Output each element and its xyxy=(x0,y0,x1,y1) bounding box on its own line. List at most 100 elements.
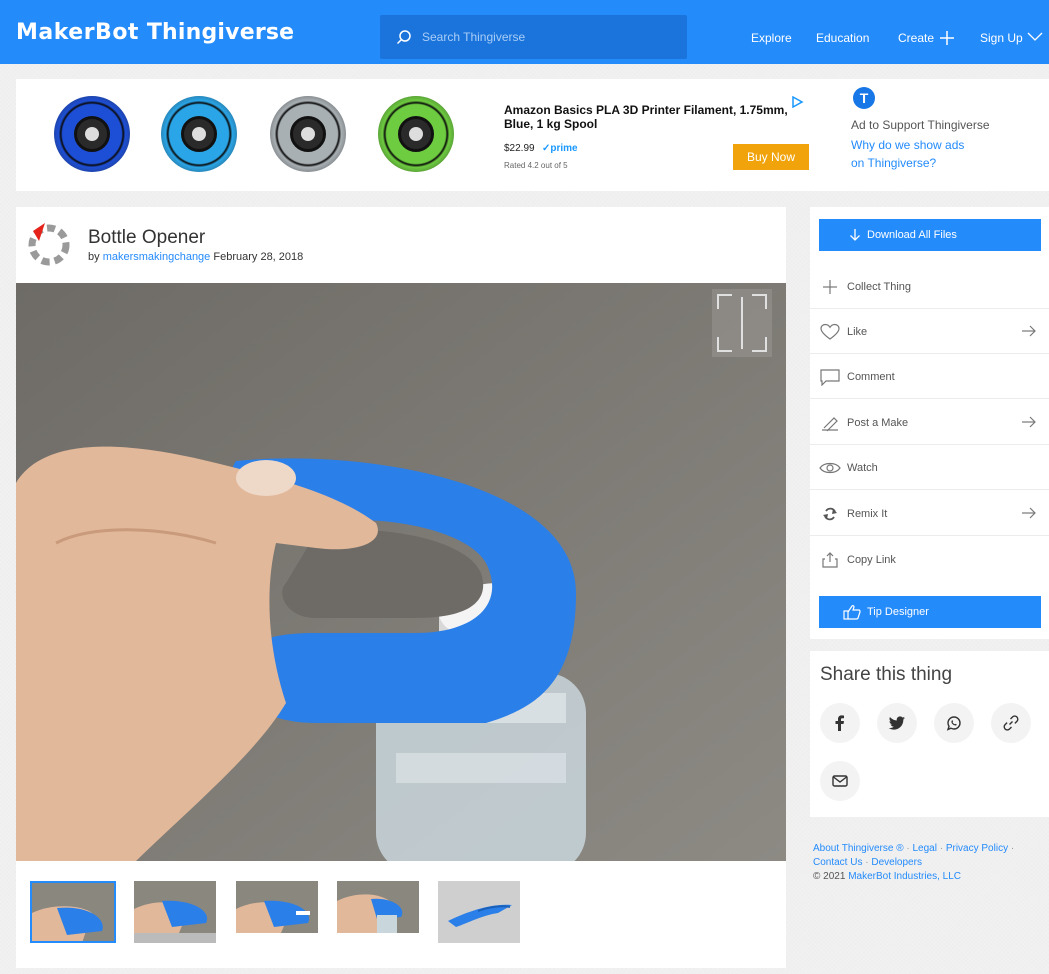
post-make-label: Post a Make xyxy=(847,417,909,429)
whatsapp-share-button[interactable] xyxy=(934,703,974,743)
make-icon xyxy=(822,417,838,432)
ad-price: $22.99 xyxy=(504,143,535,154)
email-share-button[interactable] xyxy=(820,761,860,801)
facebook-share-button[interactable] xyxy=(820,703,860,743)
comment-icon xyxy=(820,369,840,386)
creator-link[interactable]: makersmakingchange xyxy=(103,251,211,263)
heart-icon xyxy=(820,323,840,340)
thumbs-up-icon xyxy=(843,604,861,620)
filament-spool-image[interactable] xyxy=(270,96,346,172)
tip-label: Tip Designer xyxy=(867,606,929,618)
plus-icon xyxy=(823,280,837,294)
footer-contact-link[interactable]: Contact Us xyxy=(813,857,862,868)
remix-it-action[interactable]: Remix It xyxy=(810,491,1049,536)
like-action[interactable]: Like xyxy=(810,309,1049,354)
footer-privacy-link[interactable]: Privacy Policy xyxy=(946,843,1008,854)
ad-support-text: Ad to Support Thingiverse xyxy=(851,118,990,132)
download-arrow-icon xyxy=(850,229,860,241)
thumbnail-4[interactable] xyxy=(337,881,419,933)
twitter-icon xyxy=(888,716,905,730)
spool-hub xyxy=(192,127,206,141)
brand-name: Thingiverse xyxy=(146,20,295,45)
thumbnail-3[interactable] xyxy=(236,881,318,933)
search-box xyxy=(380,15,687,59)
twitter-share-button[interactable] xyxy=(877,703,917,743)
publish-date: February 28, 2018 xyxy=(213,251,304,263)
arrow-right-icon xyxy=(1022,325,1036,337)
share-panel: Share this thing xyxy=(810,651,1049,817)
copy-link-share-button[interactable] xyxy=(991,703,1031,743)
copy-link-label: Copy Link xyxy=(847,554,896,566)
tip-designer-button[interactable]: Tip Designer xyxy=(819,596,1041,628)
thingiverse-t-icon: T xyxy=(853,87,875,109)
prime-badge: ✓prime xyxy=(542,143,578,154)
footer-row-2: Contact Us · Developers xyxy=(813,856,1049,870)
arrow-right-icon xyxy=(1022,507,1036,519)
remix-icon xyxy=(823,507,837,521)
link-icon xyxy=(1003,715,1019,731)
watch-label: Watch xyxy=(847,462,878,474)
footer-developers-link[interactable]: Developers xyxy=(871,857,922,868)
thing-title: Bottle Opener xyxy=(88,227,206,248)
thumbnail-5[interactable] xyxy=(438,881,520,943)
creator-avatar[interactable] xyxy=(24,219,74,271)
footer-separator: · xyxy=(1010,843,1015,854)
thumbnail-1[interactable] xyxy=(30,881,116,943)
nav-education[interactable]: Education xyxy=(816,31,869,45)
facebook-icon xyxy=(835,715,844,731)
why-ads-link[interactable]: Why do we show ads xyxy=(851,138,964,152)
thing-card: Bottle Opener by makersmakingchange Febr… xyxy=(16,207,786,968)
top-nav-bar: MakerBot Thingiverse Explore Education C… xyxy=(0,0,1049,64)
main-photo[interactable] xyxy=(16,283,786,861)
spool-hub xyxy=(85,127,99,141)
nav-explore[interactable]: Explore xyxy=(751,31,792,45)
footer-about-link[interactable]: About Thingiverse ® xyxy=(813,843,904,854)
buy-now-button[interactable]: Buy Now xyxy=(733,144,809,170)
by-label: by xyxy=(88,251,100,263)
site-footer: About Thingiverse ® · Legal · Privacy Po… xyxy=(813,842,1049,884)
collect-label: Collect Thing xyxy=(847,281,911,293)
ad-rating: Rated 4.2 out of 5 xyxy=(504,161,568,170)
why-ads-link-2[interactable]: on Thingiverse? xyxy=(851,156,936,170)
download-all-files-button[interactable]: Download All Files xyxy=(819,219,1041,251)
eye-icon xyxy=(819,462,841,474)
plus-icon[interactable] xyxy=(936,30,958,46)
filament-spool-image[interactable] xyxy=(161,96,237,172)
like-label: Like xyxy=(847,326,868,338)
fullscreen-expand-icon[interactable] xyxy=(712,289,772,357)
adchoices-icon[interactable] xyxy=(791,96,805,108)
footer-row-1: About Thingiverse ® · Legal · Privacy Po… xyxy=(813,842,1049,856)
chevron-down-icon[interactable] xyxy=(1026,28,1044,44)
arrow-right-icon xyxy=(1022,416,1036,428)
download-label: Download All Files xyxy=(867,229,957,241)
footer-company-link[interactable]: MakerBot Industries, LLC xyxy=(848,871,961,882)
spool-hub xyxy=(301,127,315,141)
ad-banner: Amazon Basics PLA 3D Printer Filament, 1… xyxy=(16,79,1049,191)
nav-create[interactable]: Create xyxy=(898,31,934,45)
collect-thing-action[interactable]: Collect Thing xyxy=(810,264,1049,309)
filament-spool-image[interactable] xyxy=(54,96,130,172)
nav-sign-up[interactable]: Sign Up xyxy=(980,31,1023,45)
footer-legal-link[interactable]: Legal xyxy=(912,843,936,854)
search-icon xyxy=(396,30,411,45)
comment-action[interactable]: Comment xyxy=(810,354,1049,399)
comment-label: Comment xyxy=(847,371,895,383)
whatsapp-icon xyxy=(946,716,961,731)
watch-action[interactable]: Watch xyxy=(810,445,1049,490)
footer-copyright: © 2021 xyxy=(813,871,846,882)
thingiverse-logo[interactable]: MakerBot Thingiverse xyxy=(16,20,294,45)
brand-maker: MakerBot xyxy=(16,20,139,45)
filament-spool-image[interactable] xyxy=(378,96,454,172)
bottle-opener-photo xyxy=(16,283,786,861)
ad-product-title[interactable]: Amazon Basics PLA 3D Printer Filament, 1… xyxy=(504,103,794,131)
thing-actions-panel: Download All Files Collect Thing Like Co… xyxy=(810,207,1049,639)
email-icon xyxy=(832,775,848,787)
copy-link-action[interactable]: Copy Link xyxy=(810,537,1049,582)
post-a-make-action[interactable]: Post a Make xyxy=(810,400,1049,445)
byline: by makersmakingchange February 28, 2018 xyxy=(88,251,303,263)
thumbnail-2[interactable] xyxy=(134,881,216,943)
footer-row-3: © 2021 MakerBot Industries, LLC xyxy=(813,870,1049,884)
share-upload-icon xyxy=(822,552,838,568)
remix-label: Remix It xyxy=(847,508,888,520)
search-input[interactable] xyxy=(422,25,672,49)
